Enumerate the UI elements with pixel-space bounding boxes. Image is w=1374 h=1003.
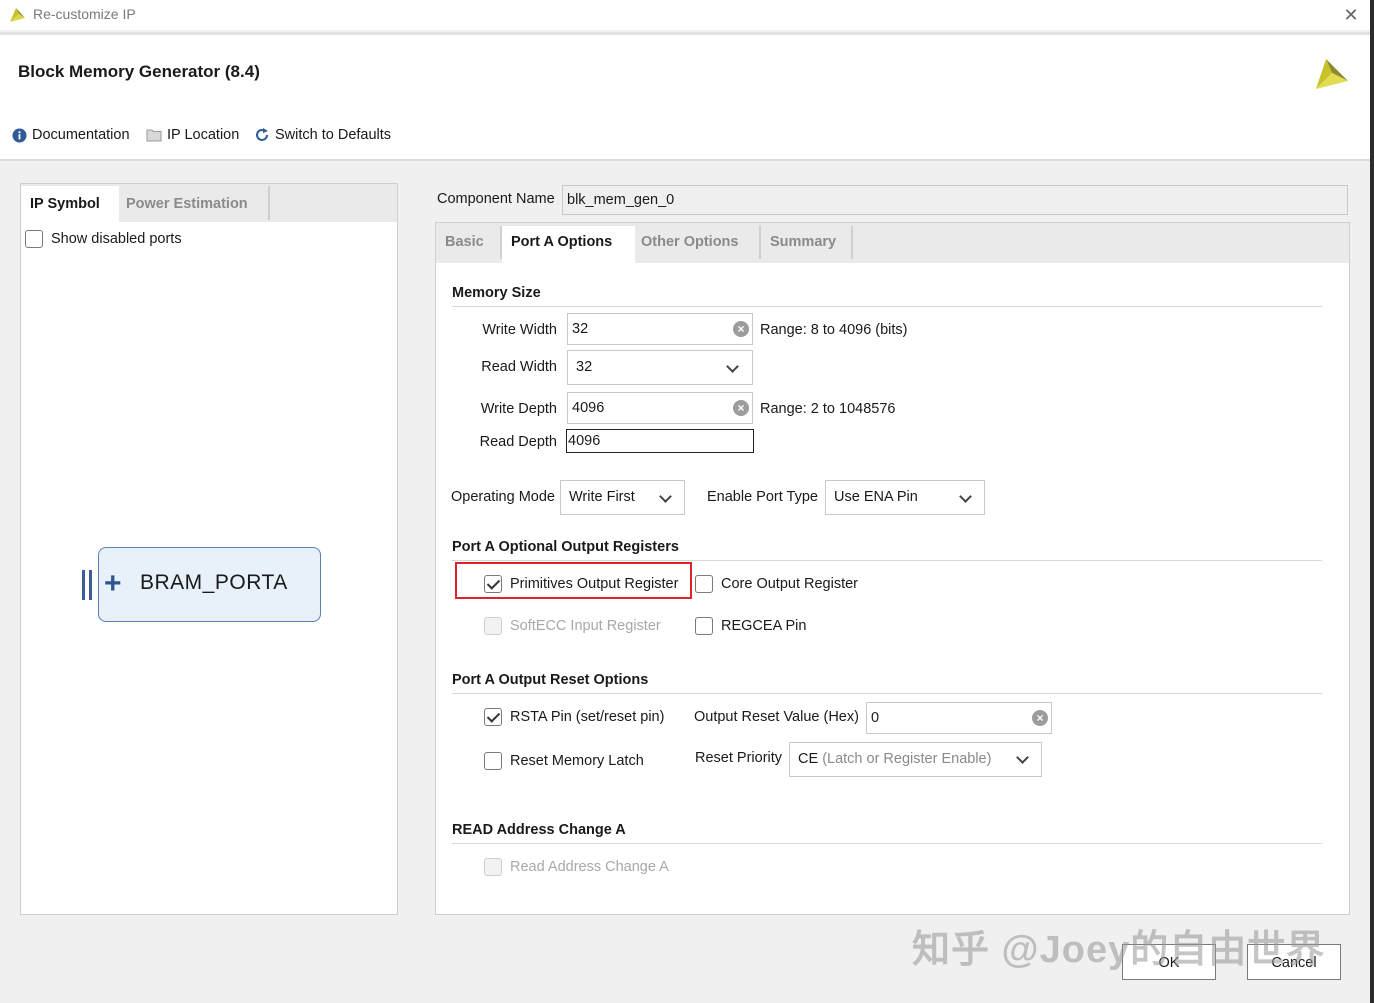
reset-priority-value: CE [798, 751, 819, 767]
show-disabled-ports-checkbox[interactable]: Show disabled ports [25, 230, 182, 248]
reset-priority-desc: (Latch or Register Enable) [822, 751, 992, 767]
enable-port-value: Use ENA Pin [834, 489, 918, 505]
softecc-input-register-checkbox: SoftECC Input Register [484, 617, 661, 635]
close-button[interactable]: ✕ [1339, 3, 1363, 27]
operating-mode-value: Write First [569, 489, 635, 505]
read-width-value: 32 [576, 359, 593, 375]
primitives-output-register-checkbox[interactable]: Primitives Output Register [484, 575, 678, 593]
reset-memory-latch-label: Reset Memory Latch [510, 753, 644, 769]
checkbox-box[interactable] [484, 752, 502, 770]
rsta-pin-checkbox[interactable]: RSTA Pin (set/reset pin) [484, 708, 664, 726]
header-divider [0, 159, 1370, 161]
checkbox-box[interactable] [484, 708, 502, 726]
section-divider [452, 693, 1322, 694]
section-divider [452, 843, 1322, 844]
write-width-range: Range: 8 to 4096 (bits) [760, 322, 908, 338]
read-address-title: READ Address Change A [452, 822, 626, 838]
window-edge [1370, 0, 1374, 1003]
enable-port-label: Enable Port Type [707, 489, 818, 505]
bram-port-label: BRAM_PORTA [140, 571, 288, 594]
documentation-label: Documentation [32, 127, 130, 143]
reset-priority-select[interactable]: CE (Latch or Register Enable) [789, 742, 1042, 777]
folder-icon [146, 129, 162, 142]
expand-port-icon[interactable]: + [104, 566, 122, 602]
checkbox-box[interactable] [484, 575, 502, 593]
tab-port-a-options[interactable]: Port A Options [502, 226, 635, 263]
tab-summary[interactable]: Summary [761, 226, 845, 263]
write-width-input[interactable]: 32 [567, 313, 753, 345]
softecc-input-register-label: SoftECC Input Register [510, 618, 661, 634]
info-icon [12, 128, 27, 142]
tab-divider [268, 186, 270, 220]
port-bus-bar [82, 570, 85, 600]
tab-basic[interactable]: Basic [436, 226, 493, 263]
write-depth-input[interactable]: 4096 [567, 392, 753, 424]
window-title: Re-customize IP [33, 6, 136, 22]
read-depth-label: Read Depth [479, 434, 557, 450]
reset-memory-latch-checkbox[interactable]: Reset Memory Latch [484, 752, 644, 770]
ip-location-label: IP Location [167, 127, 240, 143]
reset-options-title: Port A Output Reset Options [452, 672, 649, 688]
ip-title: Block Memory Generator (8.4) [18, 62, 260, 81]
checkbox-box [484, 858, 502, 876]
output-reset-value-input[interactable]: 0 [866, 702, 1052, 734]
component-name-label: Component Name [437, 191, 555, 207]
vivado-logo-icon [10, 8, 25, 22]
checkbox-box [484, 617, 502, 635]
operating-mode-label: Operating Mode [451, 489, 555, 505]
xilinx-logo-icon [1316, 59, 1348, 89]
read-width-label: Read Width [481, 359, 557, 375]
tab-ip-symbol[interactable]: IP Symbol [21, 186, 119, 222]
tab-other-options[interactable]: Other Options [632, 226, 747, 263]
output-registers-title: Port A Optional Output Registers [452, 539, 679, 555]
regcea-pin-label: REGCEA Pin [721, 618, 807, 634]
section-divider [452, 306, 1322, 307]
primitives-output-register-label: Primitives Output Register [510, 576, 679, 592]
write-width-value: 32 [572, 321, 589, 337]
write-depth-value: 4096 [572, 400, 605, 416]
read-address-change-checkbox: Read Address Change A [484, 858, 669, 876]
regcea-pin-checkbox[interactable]: REGCEA Pin [695, 617, 806, 635]
checkbox-box[interactable] [695, 617, 713, 635]
core-output-register-label: Core Output Register [721, 576, 859, 592]
reset-priority-label: Reset Priority [695, 750, 783, 766]
output-reset-value-label: Output Reset Value (Hex) [694, 709, 859, 725]
checkbox-box[interactable] [25, 230, 43, 248]
switch-defaults-button[interactable]: Switch to Defaults [254, 127, 391, 143]
write-depth-range: Range: 2 to 1048576 [760, 401, 896, 417]
read-address-change-label: Read Address Change A [510, 859, 669, 875]
watermark: 知乎 @Joey的自由世界 [912, 929, 1326, 971]
port-bus-bar [89, 570, 92, 600]
show-disabled-ports-label: Show disabled ports [51, 231, 182, 247]
write-depth-label: Write Depth [480, 401, 557, 417]
clear-icon[interactable]: × [733, 400, 749, 416]
memory-size-title: Memory Size [452, 285, 541, 301]
checkbox-box[interactable] [695, 575, 713, 593]
tab-power-estimation[interactable]: Power Estimation [117, 186, 257, 222]
core-output-register-checkbox[interactable]: Core Output Register [695, 575, 858, 593]
tab-divider [851, 226, 853, 259]
read-width-select[interactable]: 32 [567, 350, 753, 385]
write-width-label: Write Width [482, 322, 557, 338]
switch-defaults-label: Switch to Defaults [275, 127, 392, 143]
rsta-pin-label: RSTA Pin (set/reset pin) [510, 709, 665, 725]
section-divider [452, 560, 1322, 561]
documentation-button[interactable]: Documentation [12, 127, 130, 143]
clear-icon[interactable]: × [733, 321, 749, 337]
component-name-input[interactable]: blk_mem_gen_0 [562, 185, 1348, 215]
clear-icon[interactable]: × [1032, 710, 1048, 726]
output-reset-value: 0 [871, 710, 880, 726]
ip-location-button[interactable]: IP Location [146, 127, 239, 143]
refresh-icon [256, 128, 268, 141]
title-bar [0, 0, 1370, 30]
read-depth-field: 4096 [566, 429, 754, 453]
